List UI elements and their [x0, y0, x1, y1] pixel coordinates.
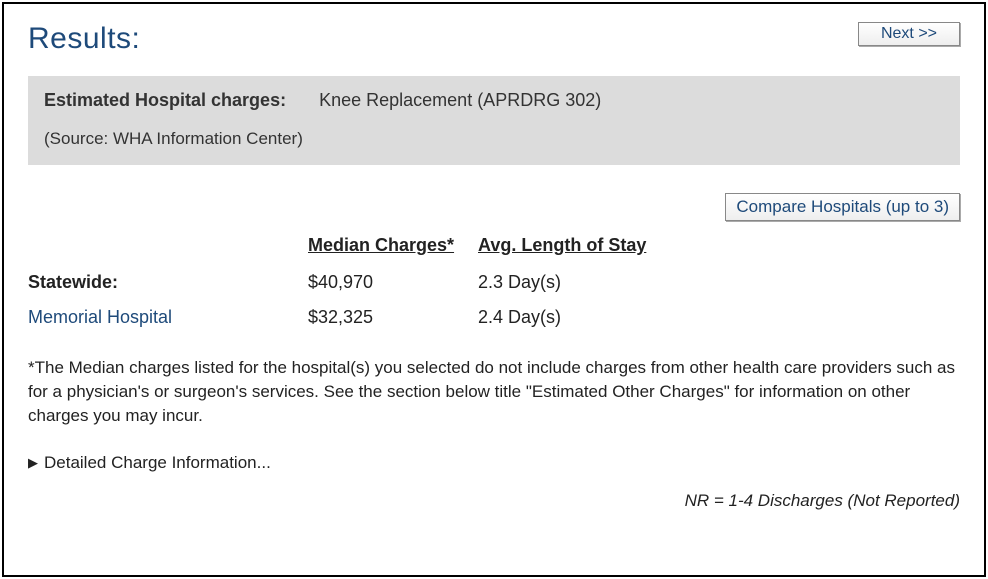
- row-label-statewide: Statewide:: [28, 272, 308, 293]
- table-row: Statewide: $40,970 2.3 Day(s): [28, 272, 960, 293]
- charges-table: Median Charges* Avg. Length of Stay Stat…: [28, 235, 960, 328]
- procedure-name: Knee Replacement (APRDRG 302): [319, 90, 601, 110]
- page-title: Results:: [28, 22, 140, 56]
- header-row: Results: Next >>: [28, 22, 960, 56]
- cell-los: 2.3 Day(s): [478, 272, 678, 293]
- source-text: (Source: WHA Information Center): [44, 129, 944, 149]
- info-row-charges: Estimated Hospital charges: Knee Replace…: [44, 90, 944, 111]
- detailed-charge-expander[interactable]: ▶ Detailed Charge Information...: [28, 453, 960, 473]
- results-panel: Results: Next >> Estimated Hospital char…: [2, 2, 986, 577]
- hospital-link[interactable]: Memorial Hospital: [28, 307, 308, 328]
- compare-row: Compare Hospitals (up to 3): [28, 193, 960, 221]
- nr-legend: NR = 1-4 Discharges (Not Reported): [28, 491, 960, 511]
- info-box: Estimated Hospital charges: Knee Replace…: [28, 76, 960, 165]
- cell-los: 2.4 Day(s): [478, 307, 678, 328]
- expander-label: Detailed Charge Information...: [44, 453, 271, 473]
- footnote-text: *The Median charges listed for the hospi…: [28, 356, 960, 427]
- header-median-charges: Median Charges*: [308, 235, 478, 256]
- table-row: Memorial Hospital $32,325 2.4 Day(s): [28, 307, 960, 328]
- next-button[interactable]: Next >>: [858, 22, 960, 46]
- compare-hospitals-button[interactable]: Compare Hospitals (up to 3): [725, 193, 960, 221]
- triangle-right-icon: ▶: [28, 455, 38, 471]
- cell-median: $32,325: [308, 307, 478, 328]
- header-avg-los: Avg. Length of Stay: [478, 235, 678, 256]
- cell-median: $40,970: [308, 272, 478, 293]
- table-header: Median Charges* Avg. Length of Stay: [28, 235, 960, 256]
- charges-label: Estimated Hospital charges:: [44, 90, 286, 110]
